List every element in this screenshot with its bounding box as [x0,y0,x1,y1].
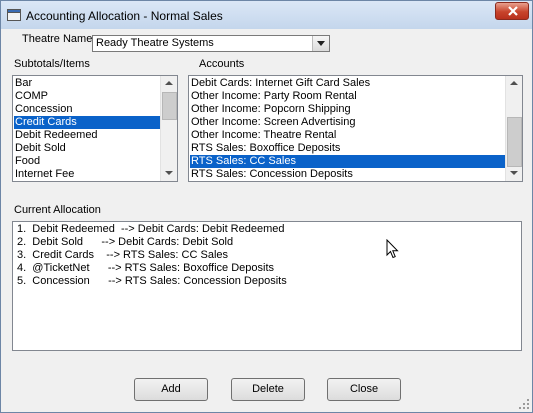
accounts-list-item[interactable]: RTS Sales: Concession Deposits [190,168,505,181]
accounting-allocation-window: Accounting Allocation - Normal Sales The… [0,0,533,413]
theatre-name-value: Ready Theatre Systems [96,37,214,49]
subtotals-list-item[interactable]: Food [14,155,160,168]
title-bar: Accounting Allocation - Normal Sales [1,1,532,29]
delete-button[interactable]: Delete [231,378,305,401]
mouse-pointer-icon [386,239,399,259]
accounts-list[interactable]: Debit Cards: Internet Gift Card Sales Oth… [188,75,523,182]
window-title: Accounting Allocation - Normal Sales [26,9,223,23]
subtotals-list-item[interactable]: Credit Cards [14,116,160,129]
subtotals-list-item[interactable]: COMP [14,90,160,103]
scroll-up-icon[interactable] [161,76,177,91]
theatre-name-label: Theatre Name [22,34,93,45]
chevron-down-icon[interactable] [312,36,329,51]
subtotals-scrollbar[interactable] [160,76,177,181]
accounts-list-item[interactable]: Other Income: Screen Advertising [190,116,505,129]
allocation-item[interactable]: 2. Debit Sold --> Debit Cards: Debit Sol… [14,236,287,249]
close-window-button[interactable] [495,2,529,20]
accounts-list-item[interactable]: Other Income: Party Room Rental [190,90,505,103]
theatre-name-select[interactable]: Ready Theatre Systems [92,35,330,52]
add-button[interactable]: Add [134,378,208,401]
current-allocation-list[interactable]: 1. Debit Redeemed --> Debit Cards: Debit… [12,221,522,351]
accounts-list-item[interactable]: Other Income: Popcorn Shipping [190,103,505,116]
subtotals-list-item[interactable]: Concession [14,103,160,116]
accounts-scrollbar[interactable] [505,76,522,181]
app-icon [7,8,21,22]
scroll-down-icon[interactable] [161,166,177,181]
scroll-up-icon[interactable] [506,76,522,91]
size-grip-icon[interactable] [518,398,530,410]
accounts-scroll-thumb[interactable] [507,117,522,167]
close-button[interactable]: Close [327,378,401,401]
subtotals-list-item[interactable]: Debit Sold [14,142,160,155]
allocation-item[interactable]: 5. Concession --> RTS Sales: Concession … [14,275,287,288]
allocation-item[interactable]: 1. Debit Redeemed --> Debit Cards: Debit… [14,223,287,236]
accounts-list-item[interactable]: RTS Sales: CC Sales [190,155,505,168]
subtotals-list-item[interactable]: Bar [14,77,160,90]
client-area: Theatre Name Ready Theatre Systems Subto… [7,29,526,408]
current-allocation-label: Current Allocation [14,204,101,216]
accounts-label: Accounts [199,58,245,70]
accounts-list-item[interactable]: RTS Sales: Boxoffice Deposits [190,142,505,155]
subtotals-list-item[interactable]: Debit Redeemed [14,129,160,142]
accounts-list-item[interactable]: Other Income: Theatre Rental [190,129,505,142]
allocation-item[interactable]: 3. Credit Cards --> RTS Sales: CC Sales [14,249,287,262]
subtotals-list-item[interactable]: Internet Fee [14,168,160,181]
subtotals-scroll-thumb[interactable] [162,92,177,120]
subtotals-items-list[interactable]: Bar COMP Concession Credit Cards Debit Redee… [12,75,178,182]
allocation-item[interactable]: 4. @TicketNet --> RTS Sales: Boxoffice D… [14,262,287,275]
accounts-list-item[interactable]: Debit Cards: Internet Gift Card Sales [190,77,505,90]
close-icon [508,6,518,16]
subtotals-items-label: Subtotals/Items [14,58,90,70]
scroll-down-icon[interactable] [506,166,522,181]
